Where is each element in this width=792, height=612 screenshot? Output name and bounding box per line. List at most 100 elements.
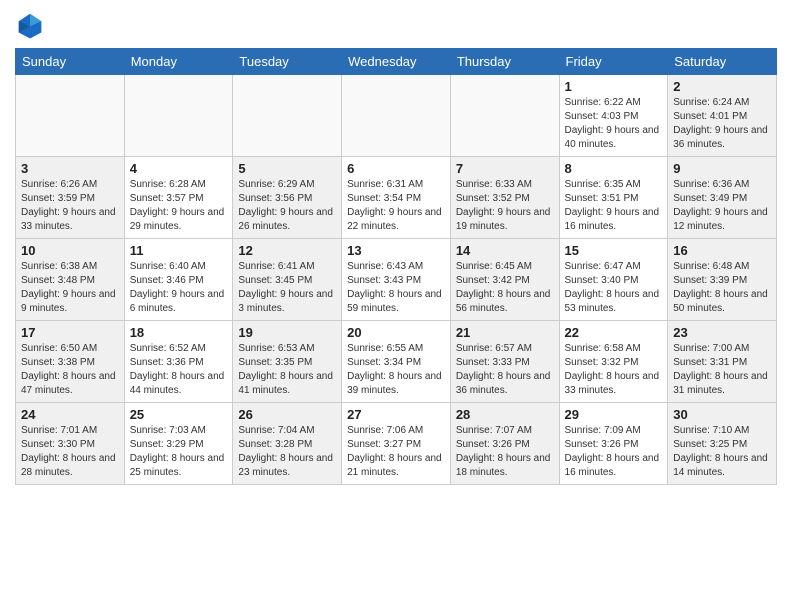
calendar-table: SundayMondayTuesdayWednesdayThursdayFrid… bbox=[15, 48, 777, 485]
day-info: Sunrise: 6:31 AM Sunset: 3:54 PM Dayligh… bbox=[347, 178, 445, 234]
day-info: Sunrise: 6:40 AM Sunset: 3:46 PM Dayligh… bbox=[130, 260, 228, 316]
calendar-cell: 17 Sunrise: 6:50 AM Sunset: 3:38 PM Dayli… bbox=[16, 321, 125, 403]
calendar-cell: 28Sunrise: 7:07 AM Sunset: 3:26 PM Dayli… bbox=[450, 403, 559, 485]
day-number: 12 bbox=[238, 243, 336, 258]
day-number: 3 bbox=[21, 161, 119, 176]
weekday-header-saturday: Saturday bbox=[668, 49, 777, 75]
calendar-cell: 11 Sunrise: 6:40 AM Sunset: 3:46 PM Dayli… bbox=[124, 239, 233, 321]
day-number: 2 bbox=[673, 79, 771, 94]
day-info: Sunrise: 7:01 AM Sunset: 3:30 PM Dayligh… bbox=[21, 424, 119, 480]
day-number: 10 bbox=[21, 243, 119, 258]
day-number: 16 bbox=[673, 243, 771, 258]
day-info: Sunrise: 6:57 AM Sunset: 3:33 PM Dayligh… bbox=[456, 342, 554, 398]
calendar-cell: 30 Sunrise: 7:10 AM Sunset: 3:25 PM Dayli… bbox=[668, 403, 777, 485]
calendar-cell: 10Sunrise: 6:38 AM Sunset: 3:48 PM Dayli… bbox=[16, 239, 125, 321]
day-info: Sunrise: 6:29 AM Sunset: 3:56 PM Dayligh… bbox=[238, 178, 336, 234]
day-info: Sunrise: 7:06 AM Sunset: 3:27 PM Dayligh… bbox=[347, 424, 445, 480]
day-info: Sunrise: 6:45 AM Sunset: 3:42 PM Dayligh… bbox=[456, 260, 554, 316]
calendar-cell: 13 Sunrise: 6:43 AM Sunset: 3:43 PM Dayli… bbox=[342, 239, 451, 321]
calendar-cell: 16 Sunrise: 6:48 AM Sunset: 3:39 PM Dayli… bbox=[668, 239, 777, 321]
day-number: 7 bbox=[456, 161, 554, 176]
day-number: 30 bbox=[673, 407, 771, 422]
calendar-cell: 15 Sunrise: 6:47 AM Sunset: 3:40 PM Dayli… bbox=[559, 239, 668, 321]
weekday-header-tuesday: Tuesday bbox=[233, 49, 342, 75]
calendar-cell: 18 Sunrise: 6:52 AM Sunset: 3:36 PM Dayli… bbox=[124, 321, 233, 403]
day-number: 13 bbox=[347, 243, 445, 258]
day-info: Sunrise: 6:55 AM Sunset: 3:34 PM Dayligh… bbox=[347, 342, 445, 398]
day-info: Sunrise: 6:53 AM Sunset: 3:35 PM Dayligh… bbox=[238, 342, 336, 398]
calendar-week-1: 3 Sunrise: 6:26 AM Sunset: 3:59 PM Daylig… bbox=[16, 157, 777, 239]
day-info: Sunrise: 6:24 AM Sunset: 4:01 PM Dayligh… bbox=[673, 96, 771, 152]
calendar-cell: 12 Sunrise: 6:41 AM Sunset: 3:45 PM Dayli… bbox=[233, 239, 342, 321]
day-info: Sunrise: 6:35 AM Sunset: 3:51 PM Dayligh… bbox=[565, 178, 663, 234]
day-info: Sunrise: 6:43 AM Sunset: 3:43 PM Dayligh… bbox=[347, 260, 445, 316]
day-number: 5 bbox=[238, 161, 336, 176]
day-number: 21 bbox=[456, 325, 554, 340]
day-number: 24 bbox=[21, 407, 119, 422]
calendar-cell: 6 Sunrise: 6:31 AM Sunset: 3:54 PM Daylig… bbox=[342, 157, 451, 239]
calendar-cell: 22 Sunrise: 6:58 AM Sunset: 3:32 PM Dayli… bbox=[559, 321, 668, 403]
page-header bbox=[15, 10, 777, 40]
calendar-cell bbox=[16, 75, 125, 157]
day-number: 8 bbox=[565, 161, 663, 176]
weekday-header-friday: Friday bbox=[559, 49, 668, 75]
day-number: 26 bbox=[238, 407, 336, 422]
day-info: Sunrise: 7:00 AM Sunset: 3:31 PM Dayligh… bbox=[673, 342, 771, 398]
weekday-header-thursday: Thursday bbox=[450, 49, 559, 75]
calendar-cell: 5 Sunrise: 6:29 AM Sunset: 3:56 PM Daylig… bbox=[233, 157, 342, 239]
calendar-cell: 14 Sunrise: 6:45 AM Sunset: 3:42 PM Dayli… bbox=[450, 239, 559, 321]
day-number: 11 bbox=[130, 243, 228, 258]
calendar-cell: 26 Sunrise: 7:04 AM Sunset: 3:28 PM Dayli… bbox=[233, 403, 342, 485]
logo bbox=[15, 10, 49, 40]
weekday-header-monday: Monday bbox=[124, 49, 233, 75]
calendar-cell: 25 Sunrise: 7:03 AM Sunset: 3:29 PM Dayli… bbox=[124, 403, 233, 485]
day-info: Sunrise: 7:10 AM Sunset: 3:25 PM Dayligh… bbox=[673, 424, 771, 480]
day-info: Sunrise: 6:28 AM Sunset: 3:57 PM Dayligh… bbox=[130, 178, 228, 234]
calendar-cell: 7Sunrise: 6:33 AM Sunset: 3:52 PM Daylig… bbox=[450, 157, 559, 239]
day-number: 20 bbox=[347, 325, 445, 340]
calendar-cell: 8 Sunrise: 6:35 AM Sunset: 3:51 PM Daylig… bbox=[559, 157, 668, 239]
day-number: 17 bbox=[21, 325, 119, 340]
calendar-cell: 9Sunrise: 6:36 AM Sunset: 3:49 PM Daylig… bbox=[668, 157, 777, 239]
day-info: Sunrise: 6:26 AM Sunset: 3:59 PM Dayligh… bbox=[21, 178, 119, 234]
day-info: Sunrise: 6:47 AM Sunset: 3:40 PM Dayligh… bbox=[565, 260, 663, 316]
day-info: Sunrise: 6:50 AM Sunset: 3:38 PM Dayligh… bbox=[21, 342, 119, 398]
logo-icon bbox=[15, 10, 45, 40]
day-info: Sunrise: 6:36 AM Sunset: 3:49 PM Dayligh… bbox=[673, 178, 771, 234]
day-info: Sunrise: 7:07 AM Sunset: 3:26 PM Dayligh… bbox=[456, 424, 554, 480]
calendar-week-3: 17 Sunrise: 6:50 AM Sunset: 3:38 PM Dayli… bbox=[16, 321, 777, 403]
calendar-cell: 23 Sunrise: 7:00 AM Sunset: 3:31 PM Dayli… bbox=[668, 321, 777, 403]
calendar-cell bbox=[342, 75, 451, 157]
day-number: 4 bbox=[130, 161, 228, 176]
calendar-cell: 3 Sunrise: 6:26 AM Sunset: 3:59 PM Daylig… bbox=[16, 157, 125, 239]
day-number: 29 bbox=[565, 407, 663, 422]
calendar-cell: 19Sunrise: 6:53 AM Sunset: 3:35 PM Dayli… bbox=[233, 321, 342, 403]
day-number: 1 bbox=[565, 79, 663, 94]
calendar-cell: 27Sunrise: 7:06 AM Sunset: 3:27 PM Dayli… bbox=[342, 403, 451, 485]
day-number: 18 bbox=[130, 325, 228, 340]
day-info: Sunrise: 6:58 AM Sunset: 3:32 PM Dayligh… bbox=[565, 342, 663, 398]
day-number: 22 bbox=[565, 325, 663, 340]
day-info: Sunrise: 6:48 AM Sunset: 3:39 PM Dayligh… bbox=[673, 260, 771, 316]
calendar-cell: 21 Sunrise: 6:57 AM Sunset: 3:33 PM Dayli… bbox=[450, 321, 559, 403]
calendar-body: 1Sunrise: 6:22 AM Sunset: 4:03 PM Daylig… bbox=[16, 75, 777, 485]
page-container: SundayMondayTuesdayWednesdayThursdayFrid… bbox=[0, 0, 792, 495]
weekday-header-sunday: Sunday bbox=[16, 49, 125, 75]
day-info: Sunrise: 6:52 AM Sunset: 3:36 PM Dayligh… bbox=[130, 342, 228, 398]
calendar-cell: 2 Sunrise: 6:24 AM Sunset: 4:01 PM Daylig… bbox=[668, 75, 777, 157]
calendar-cell bbox=[450, 75, 559, 157]
weekday-header-wednesday: Wednesday bbox=[342, 49, 451, 75]
day-number: 25 bbox=[130, 407, 228, 422]
day-number: 6 bbox=[347, 161, 445, 176]
calendar-cell bbox=[233, 75, 342, 157]
day-info: Sunrise: 7:03 AM Sunset: 3:29 PM Dayligh… bbox=[130, 424, 228, 480]
calendar-cell: 1Sunrise: 6:22 AM Sunset: 4:03 PM Daylig… bbox=[559, 75, 668, 157]
calendar-week-4: 24 Sunrise: 7:01 AM Sunset: 3:30 PM Dayli… bbox=[16, 403, 777, 485]
day-number: 15 bbox=[565, 243, 663, 258]
calendar-week-0: 1Sunrise: 6:22 AM Sunset: 4:03 PM Daylig… bbox=[16, 75, 777, 157]
day-number: 14 bbox=[456, 243, 554, 258]
day-info: Sunrise: 6:41 AM Sunset: 3:45 PM Dayligh… bbox=[238, 260, 336, 316]
day-info: Sunrise: 7:04 AM Sunset: 3:28 PM Dayligh… bbox=[238, 424, 336, 480]
day-number: 23 bbox=[673, 325, 771, 340]
calendar-cell: 20 Sunrise: 6:55 AM Sunset: 3:34 PM Dayli… bbox=[342, 321, 451, 403]
